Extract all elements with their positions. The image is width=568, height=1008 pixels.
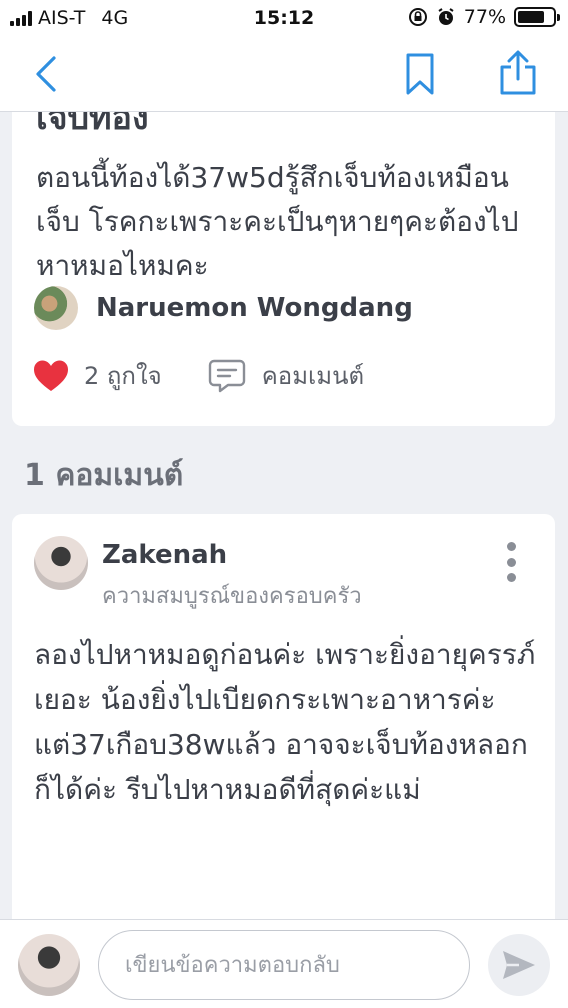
post-body: ตอนนี้ท้องได้37w5dรู้สึกเจ็บท้องเหมือนเจ… bbox=[36, 161, 519, 282]
status-bar: AIS-T 4G 15:12 77% bbox=[0, 0, 568, 38]
heart-icon bbox=[34, 360, 68, 391]
send-icon bbox=[503, 951, 535, 979]
comment-button[interactable]: คอมเมนต์ bbox=[208, 356, 364, 395]
battery-icon bbox=[514, 7, 560, 27]
post-actions: 2 ถูกใจ คอมเมนต์ bbox=[32, 356, 364, 395]
comment-label: คอมเมนต์ bbox=[261, 362, 365, 390]
like-button[interactable]: 2 ถูกใจ bbox=[32, 356, 162, 395]
battery-percent: 77% bbox=[463, 6, 506, 28]
like-count: 2 ถูกใจ bbox=[84, 362, 162, 390]
comments-count: 1 คอมเมนต์ bbox=[24, 458, 184, 493]
battery-fill bbox=[518, 11, 545, 23]
post-card: เจ็บท้อง ตอนนี้ท้องได้37w5dรู้สึกเจ็บท้อ… bbox=[12, 112, 555, 426]
rotation-lock-icon bbox=[408, 8, 427, 26]
post-title: เจ็บท้อง bbox=[36, 112, 149, 138]
nav-bar bbox=[0, 38, 568, 112]
share-icon[interactable] bbox=[496, 50, 540, 96]
more-options-icon[interactable] bbox=[500, 542, 522, 582]
reply-bar bbox=[0, 919, 568, 1008]
avatar[interactable] bbox=[34, 286, 78, 330]
avatar bbox=[18, 934, 80, 996]
author-name[interactable]: Naruemon Wongdang bbox=[96, 293, 413, 323]
thread-content[interactable]: เจ็บท้อง ตอนนี้ท้องได้37w5dรู้สึกเจ็บท้อ… bbox=[0, 112, 568, 919]
comment-body: ลองไปหาหมอดูก่อนค่ะ เพราะยิ่งอายุครรภ์เย… bbox=[34, 638, 536, 806]
alarm-icon bbox=[438, 8, 454, 25]
status-right: 77% bbox=[408, 6, 560, 28]
post-author[interactable]: Naruemon Wongdang bbox=[34, 286, 413, 330]
comment-username[interactable]: Zakenah bbox=[102, 540, 227, 570]
reply-input[interactable] bbox=[98, 930, 470, 1000]
comment-user-subtitle: ความสมบูรณ์ของครอบครัว bbox=[102, 584, 362, 609]
comment-card: Zakenah ความสมบูรณ์ของครอบครัว ลองไปหาหม… bbox=[12, 514, 555, 919]
chevron-left-icon[interactable] bbox=[30, 54, 64, 94]
avatar[interactable] bbox=[34, 536, 88, 590]
comment-icon bbox=[208, 359, 245, 392]
send-button[interactable] bbox=[488, 934, 550, 996]
bookmark-icon[interactable] bbox=[404, 52, 436, 96]
